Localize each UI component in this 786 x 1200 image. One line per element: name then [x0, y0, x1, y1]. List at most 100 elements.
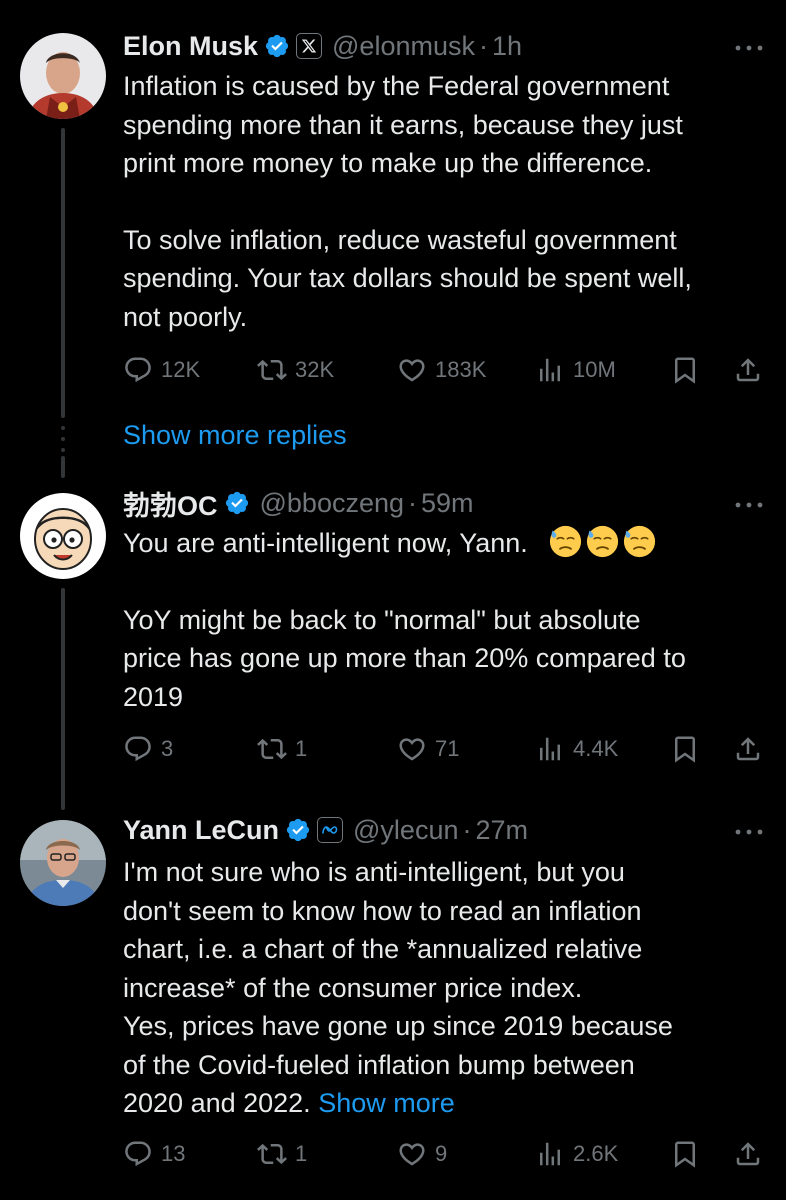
tweet-body: You are anti-intelligent now, Yann. YoY …	[123, 524, 763, 716]
tweet-line: I'm not sure who is anti-intelligent, bu…	[123, 857, 625, 887]
action-bar: 3 1 71 4.4K	[123, 729, 768, 769]
reply-button[interactable]: 3	[123, 729, 173, 769]
avatar-bboczeng[interactable]	[20, 493, 106, 579]
tweet-line: spending more than it earns, because the…	[123, 109, 683, 140]
thread-line	[61, 588, 65, 810]
tweet-line: Yes, prices have gone up since 2019 beca…	[123, 1011, 673, 1041]
like-button[interactable]: 71	[397, 729, 459, 769]
reply-icon	[123, 734, 153, 764]
timestamp[interactable]: 59m	[421, 488, 474, 519]
views-button[interactable]: 2.6K	[535, 1134, 618, 1174]
meta-logo-icon	[317, 817, 344, 843]
tweet-body: I'm not sure who is anti-intelligent, bu…	[123, 853, 763, 1123]
tweet-header: Elon Musk @elonmusk · 1h	[123, 26, 766, 66]
tweet-line: YoY might be back to "normal" but absolu…	[123, 604, 641, 635]
downcast-face-with-sweat-icon	[586, 525, 619, 558]
more-options-icon[interactable]	[734, 500, 764, 510]
like-count: 183K	[435, 357, 487, 382]
author-name[interactable]: Yann LeCun	[123, 815, 279, 846]
heart-icon	[397, 355, 427, 385]
bookmark-icon	[670, 1139, 700, 1169]
repost-count: 1	[295, 1141, 308, 1166]
bookmark-button[interactable]	[670, 1134, 700, 1174]
views-button[interactable]: 10M	[535, 350, 616, 390]
view-count: 4.4K	[573, 736, 619, 761]
more-options-icon[interactable]	[734, 43, 764, 53]
verified-badge-icon	[224, 490, 250, 516]
tweet-line: don't seem to know how to read an inflat…	[123, 895, 642, 926]
like-button[interactable]: 9	[397, 1134, 447, 1174]
avatar-elon-musk[interactable]	[20, 33, 106, 119]
tweet-line: not poorly.	[123, 301, 248, 332]
thread-line	[61, 456, 65, 478]
timestamp[interactable]: 27m	[475, 815, 528, 846]
tweet-line: 2020 and 2022. Show more	[123, 1084, 763, 1123]
reply-button[interactable]: 13	[123, 1134, 185, 1174]
repost-icon	[257, 355, 287, 385]
tweet-line: Inflation is caused by the Federal gover…	[123, 71, 670, 101]
view-count: 10M	[573, 357, 616, 382]
tweet-text: 2020 and 2022.	[123, 1088, 311, 1118]
downcast-face-with-sweat-icon	[623, 525, 656, 558]
verified-badge-icon	[264, 33, 290, 59]
share-icon	[733, 734, 763, 764]
like-count: 71	[435, 736, 460, 761]
reply-button[interactable]: 12K	[123, 350, 200, 390]
views-icon	[535, 1139, 565, 1169]
tweet-line: of the Covid-fueled inflation bump betwe…	[123, 1049, 635, 1080]
bookmark-button[interactable]	[670, 350, 700, 390]
tweet-line: spending. Your tax dollars should be spe…	[123, 263, 692, 293]
repost-count: 32K	[295, 357, 335, 382]
tweet-line: You are anti-intelligent now, Yann.	[123, 524, 763, 563]
tweet-line: print more money to make up the differen…	[123, 148, 653, 178]
repost-icon	[257, 1139, 287, 1169]
repost-button[interactable]: 1	[257, 729, 307, 769]
timestamp[interactable]: 1h	[492, 31, 522, 62]
share-button[interactable]	[733, 350, 763, 390]
tweet-line: price has gone up more than 20% compared…	[123, 643, 686, 673]
avatar-ylecun[interactable]	[20, 820, 106, 906]
tweet-line: 2019	[123, 681, 184, 712]
repost-icon	[257, 734, 287, 764]
tweet-line: chart, i.e. a chart of the *annualized r…	[123, 934, 643, 964]
tweet-ylecun[interactable]: Yann LeCun @ylecun · 27m I'm not sure wh…	[0, 808, 786, 1200]
tweet-line: To solve inflation, reduce wasteful gove…	[123, 224, 677, 255]
author-handle[interactable]: @ylecun	[353, 815, 458, 846]
action-bar: 13 1 9 2.6K	[123, 1134, 768, 1174]
views-icon	[535, 734, 565, 764]
views-button[interactable]: 4.4K	[535, 729, 618, 769]
share-icon	[733, 355, 763, 385]
heart-icon	[397, 734, 427, 764]
separator-dot: ·	[408, 487, 418, 518]
repost-button[interactable]: 32K	[257, 350, 334, 390]
tweet-bboczeng[interactable]: 勃勃OC @bboczeng · 59m You are anti-intell…	[0, 478, 786, 810]
downcast-face-with-sweat-icon	[549, 525, 582, 558]
show-more-link[interactable]: Show more	[318, 1088, 455, 1118]
author-name[interactable]: 勃勃OC	[123, 484, 218, 523]
heart-icon	[397, 1139, 427, 1169]
share-button[interactable]	[733, 729, 763, 769]
tweet-line: increase* of the consumer price index.	[123, 972, 583, 1003]
action-bar: 12K 32K 183K 10M	[123, 350, 768, 390]
tweet-body: Inflation is caused by the Federal gover…	[123, 67, 763, 336]
x-logo-icon	[296, 33, 323, 59]
author-name[interactable]: Elon Musk	[123, 31, 258, 62]
tweet-elon-musk[interactable]: Elon Musk @elonmusk · 1h Inflation is ca…	[0, 0, 786, 470]
author-handle[interactable]: @elonmusk	[332, 31, 475, 62]
like-button[interactable]: 183K	[397, 350, 486, 390]
reply-icon	[123, 1139, 153, 1169]
reply-icon	[123, 355, 153, 385]
views-icon	[535, 355, 565, 385]
show-more-replies-link[interactable]: Show more replies	[123, 420, 347, 451]
repost-count: 1	[295, 736, 308, 761]
repost-button[interactable]: 1	[257, 1134, 307, 1174]
tweet-header: Yann LeCun @ylecun · 27m	[123, 810, 766, 850]
bookmark-button[interactable]	[670, 729, 700, 769]
share-button[interactable]	[733, 1134, 763, 1174]
author-handle[interactable]: @bboczeng	[260, 488, 405, 519]
separator-dot: ·	[462, 814, 472, 845]
reply-count: 3	[161, 736, 174, 761]
like-count: 9	[435, 1141, 448, 1166]
more-options-icon[interactable]	[734, 827, 764, 837]
bookmark-icon	[670, 355, 700, 385]
